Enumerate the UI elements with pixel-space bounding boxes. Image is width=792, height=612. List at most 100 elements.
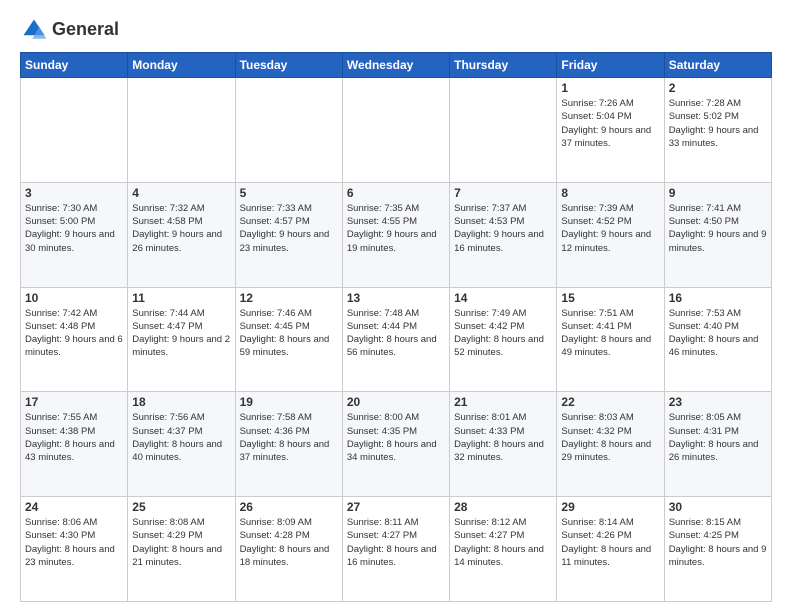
day-cell: 4 Sunrise: 7:32 AMSunset: 4:58 PMDaylight… [128,182,235,287]
day-cell: 29 Sunrise: 8:14 AMSunset: 4:26 PMDayligh… [557,497,664,602]
day-cell: 20 Sunrise: 8:00 AMSunset: 4:35 PMDayligh… [342,392,449,497]
day-info: Sunrise: 7:51 AMSunset: 4:41 PMDaylight:… [561,307,659,360]
weekday-friday: Friday [557,53,664,78]
day-number: 24 [25,500,123,514]
day-info: Sunrise: 7:48 AMSunset: 4:44 PMDaylight:… [347,307,445,360]
day-cell: 19 Sunrise: 7:58 AMSunset: 4:36 PMDayligh… [235,392,342,497]
day-number: 30 [669,500,767,514]
logo: General [20,16,119,44]
day-info: Sunrise: 7:37 AMSunset: 4:53 PMDaylight:… [454,202,552,255]
day-info: Sunrise: 8:08 AMSunset: 4:29 PMDaylight:… [132,516,230,569]
day-cell: 12 Sunrise: 7:46 AMSunset: 4:45 PMDayligh… [235,287,342,392]
day-number: 13 [347,291,445,305]
week-row-2: 10 Sunrise: 7:42 AMSunset: 4:48 PMDayligh… [21,287,772,392]
day-cell [342,78,449,183]
day-info: Sunrise: 7:44 AMSunset: 4:47 PMDaylight:… [132,307,230,360]
day-cell: 9Sunrise: 7:41 AMSunset: 4:50 PMDaylight… [664,182,771,287]
day-info: Sunrise: 7:39 AMSunset: 4:52 PMDaylight:… [561,202,659,255]
weekday-monday: Monday [128,53,235,78]
day-info: Sunrise: 7:26 AMSunset: 5:04 PMDaylight:… [561,97,659,150]
day-cell: 2 Sunrise: 7:28 AMSunset: 5:02 PMDaylight… [664,78,771,183]
day-info: Sunrise: 7:46 AMSunset: 4:45 PMDaylight:… [240,307,338,360]
logo-text: General [52,20,119,40]
day-info: Sunrise: 8:11 AMSunset: 4:27 PMDaylight:… [347,516,445,569]
day-number: 15 [561,291,659,305]
day-info: Sunrise: 8:00 AMSunset: 4:35 PMDaylight:… [347,411,445,464]
day-cell: 23 Sunrise: 8:05 AMSunset: 4:31 PMDayligh… [664,392,771,497]
day-cell: 14Sunrise: 7:49 AMSunset: 4:42 PMDayligh… [450,287,557,392]
day-info: Sunrise: 7:32 AMSunset: 4:58 PMDaylight:… [132,202,230,255]
day-cell: 22 Sunrise: 8:03 AMSunset: 4:32 PMDayligh… [557,392,664,497]
day-number: 20 [347,395,445,409]
day-cell [450,78,557,183]
day-number: 18 [132,395,230,409]
day-number: 25 [132,500,230,514]
day-info: Sunrise: 8:06 AMSunset: 4:30 PMDaylight:… [25,516,123,569]
day-info: Sunrise: 8:09 AMSunset: 4:28 PMDaylight:… [240,516,338,569]
day-number: 8 [561,186,659,200]
day-cell: 27 Sunrise: 8:11 AMSunset: 4:27 PMDayligh… [342,497,449,602]
day-number: 16 [669,291,767,305]
week-row-4: 24 Sunrise: 8:06 AMSunset: 4:30 PMDayligh… [21,497,772,602]
day-cell: 7 Sunrise: 7:37 AMSunset: 4:53 PMDaylight… [450,182,557,287]
day-info: Sunrise: 8:14 AMSunset: 4:26 PMDaylight:… [561,516,659,569]
day-number: 5 [240,186,338,200]
day-number: 7 [454,186,552,200]
week-row-0: 1Sunrise: 7:26 AMSunset: 5:04 PMDaylight… [21,78,772,183]
weekday-saturday: Saturday [664,53,771,78]
week-row-1: 3Sunrise: 7:30 AMSunset: 5:00 PMDaylight… [21,182,772,287]
day-number: 17 [25,395,123,409]
day-cell: 28 Sunrise: 8:12 AMSunset: 4:27 PMDayligh… [450,497,557,602]
day-cell: 25 Sunrise: 8:08 AMSunset: 4:29 PMDayligh… [128,497,235,602]
day-cell: 5 Sunrise: 7:33 AMSunset: 4:57 PMDaylight… [235,182,342,287]
day-info: Sunrise: 7:33 AMSunset: 4:57 PMDaylight:… [240,202,338,255]
day-info: Sunrise: 7:58 AMSunset: 4:36 PMDaylight:… [240,411,338,464]
day-number: 12 [240,291,338,305]
day-number: 23 [669,395,767,409]
day-cell: 6Sunrise: 7:35 AMSunset: 4:55 PMDaylight… [342,182,449,287]
day-cell [128,78,235,183]
weekday-tuesday: Tuesday [235,53,342,78]
weekday-header-row: SundayMondayTuesdayWednesdayThursdayFrid… [21,53,772,78]
day-cell: 3Sunrise: 7:30 AMSunset: 5:00 PMDaylight… [21,182,128,287]
day-cell [235,78,342,183]
day-number: 6 [347,186,445,200]
day-cell: 18 Sunrise: 7:56 AMSunset: 4:37 PMDayligh… [128,392,235,497]
day-cell: 15 Sunrise: 7:51 AMSunset: 4:41 PMDayligh… [557,287,664,392]
day-cell: 16 Sunrise: 7:53 AMSunset: 4:40 PMDayligh… [664,287,771,392]
day-cell [21,78,128,183]
day-info: Sunrise: 7:42 AMSunset: 4:48 PMDaylight:… [25,307,123,360]
day-number: 27 [347,500,445,514]
day-number: 21 [454,395,552,409]
day-number: 26 [240,500,338,514]
page: General SundayMondayTuesdayWednesdayThur… [0,0,792,612]
day-cell: 30Sunrise: 8:15 AMSunset: 4:25 PMDayligh… [664,497,771,602]
day-number: 2 [669,81,767,95]
day-info: Sunrise: 7:53 AMSunset: 4:40 PMDaylight:… [669,307,767,360]
day-info: Sunrise: 8:05 AMSunset: 4:31 PMDaylight:… [669,411,767,464]
day-cell: 10 Sunrise: 7:42 AMSunset: 4:48 PMDayligh… [21,287,128,392]
day-info: Sunrise: 8:01 AMSunset: 4:33 PMDaylight:… [454,411,552,464]
day-number: 28 [454,500,552,514]
day-cell: 24 Sunrise: 8:06 AMSunset: 4:30 PMDayligh… [21,497,128,602]
day-cell: 26 Sunrise: 8:09 AMSunset: 4:28 PMDayligh… [235,497,342,602]
day-cell: 1Sunrise: 7:26 AMSunset: 5:04 PMDaylight… [557,78,664,183]
day-number: 29 [561,500,659,514]
day-number: 4 [132,186,230,200]
day-number: 11 [132,291,230,305]
day-number: 19 [240,395,338,409]
day-info: Sunrise: 7:56 AMSunset: 4:37 PMDaylight:… [132,411,230,464]
day-number: 9 [669,186,767,200]
day-number: 10 [25,291,123,305]
header: General [20,16,772,44]
day-info: Sunrise: 7:49 AMSunset: 4:42 PMDaylight:… [454,307,552,360]
day-info: Sunrise: 7:28 AMSunset: 5:02 PMDaylight:… [669,97,767,150]
day-info: Sunrise: 8:03 AMSunset: 4:32 PMDaylight:… [561,411,659,464]
weekday-sunday: Sunday [21,53,128,78]
day-cell: 21 Sunrise: 8:01 AMSunset: 4:33 PMDayligh… [450,392,557,497]
day-info: Sunrise: 7:55 AMSunset: 4:38 PMDaylight:… [25,411,123,464]
weekday-thursday: Thursday [450,53,557,78]
day-info: Sunrise: 8:12 AMSunset: 4:27 PMDaylight:… [454,516,552,569]
day-cell: 8 Sunrise: 7:39 AMSunset: 4:52 PMDaylight… [557,182,664,287]
day-number: 22 [561,395,659,409]
